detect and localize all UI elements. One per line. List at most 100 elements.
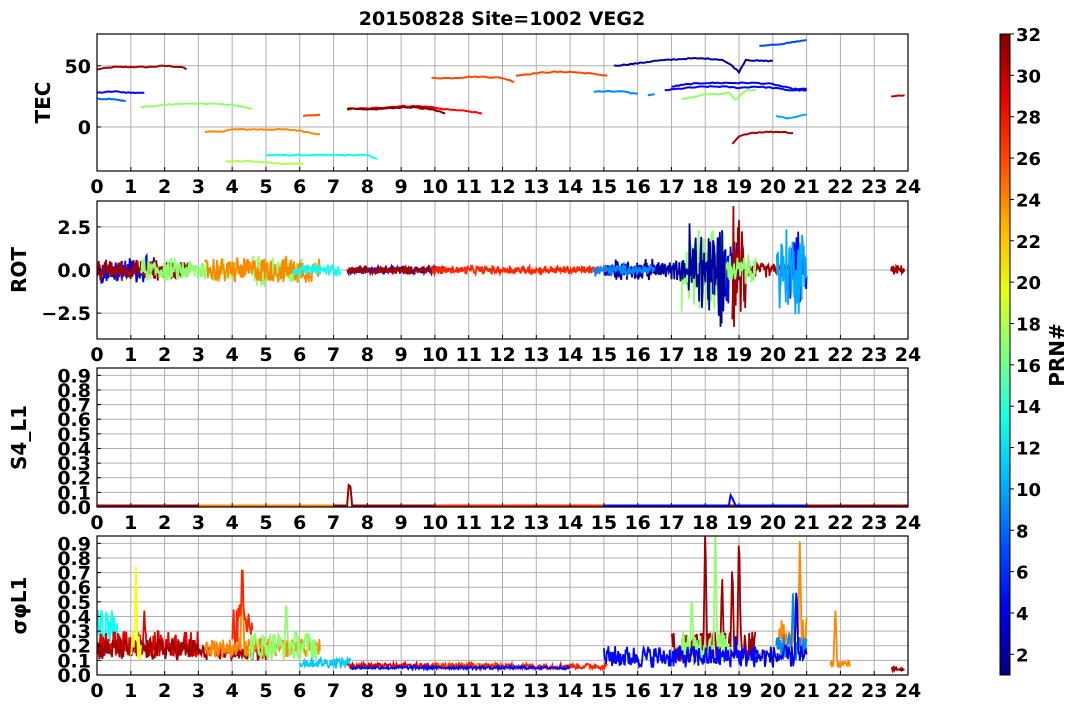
x-tick-label: 12	[489, 680, 515, 702]
x-tick-label: 22	[827, 344, 853, 366]
panel-s4: 0 1 2 3 4 5 6 7 8 9 10 11 12 13 14 15 16 17 18 19 20 21 22 23 24…	[7, 365, 921, 534]
x-tick-label: 12	[489, 344, 515, 366]
x-tick-label: 11	[455, 680, 481, 702]
x-tick-label: 24	[895, 680, 921, 702]
x-tick-label: 24	[895, 512, 921, 534]
colorbar-tick-label: 18	[1016, 314, 1041, 335]
series-line-prn-26	[302, 113, 321, 118]
series-line-prn-5	[97, 90, 145, 95]
x-tick-label: 19	[726, 344, 752, 366]
x-tick-label: 23	[861, 512, 887, 534]
figure: 20150828 Site=1002 VEG2 0 1 2 3 4 5 6 7 8 9 10 11 12…	[7, 8, 1069, 702]
series-line-prn-9	[593, 89, 638, 95]
colorbar-tick-label: 20	[1016, 273, 1041, 294]
x-tick-label: 17	[658, 344, 684, 366]
x-tick-label: 10	[422, 680, 448, 702]
x-tick-label: 15	[591, 176, 617, 198]
x-tick-label: 20	[760, 512, 786, 534]
x-tick-label: 17	[658, 176, 684, 198]
grid	[96, 368, 909, 508]
colorbar-tick-label: 2	[1016, 645, 1029, 666]
series-line-prn-17	[681, 88, 757, 101]
x-tick-label: 13	[523, 344, 549, 366]
x-tick-label: 15	[591, 512, 617, 534]
x-tick-label: 0	[90, 344, 103, 366]
x-tick-label: 11	[455, 344, 481, 366]
x-tick-label: 6	[293, 344, 306, 366]
y-tick-label: 2.5	[57, 217, 91, 239]
x-tick-label: 8	[361, 344, 374, 366]
x-tick-label: 10	[422, 176, 448, 198]
series-line-prn-5	[570, 492, 807, 507]
x-tick-label: 7	[327, 176, 340, 198]
panel-rot: 0 1 2 3 4 5 6 7 8 9 10 11 12 13 14 15 16 17 18 19 20 21 22 23 24…	[7, 200, 921, 366]
x-tick-label: 5	[259, 176, 272, 198]
x-tick-label: 19	[726, 680, 752, 702]
x-tick-label: 4	[226, 512, 239, 534]
x-tick-label: 16	[624, 344, 650, 366]
x-tick-label: 16	[624, 176, 650, 198]
x-tick-label: 21	[793, 680, 819, 702]
y-tick-label: 0.0	[57, 260, 91, 282]
y-axis-label: ROT	[7, 247, 31, 293]
series-line-prn-26	[431, 75, 515, 83]
series-line-prn-2	[687, 223, 727, 327]
series-line-prn-31	[731, 130, 794, 145]
x-tick-label: 22	[827, 680, 853, 702]
x-tick-label: 19	[726, 512, 752, 534]
series-line-prn-31	[890, 263, 906, 276]
x-tick-label: 17	[658, 512, 684, 534]
series-line-prn-30	[891, 94, 905, 98]
colorbar-tick-label: 24	[1016, 190, 1041, 211]
x-tick-label: 18	[692, 176, 718, 198]
colorbar-tick-label: 8	[1016, 521, 1029, 542]
x-tick-label: 23	[861, 680, 887, 702]
series-line-prn-5	[603, 636, 757, 670]
y-axis-label: σφL1	[7, 577, 31, 635]
colorbar-tick-label: 32	[1016, 25, 1041, 46]
series-line-prn-18	[225, 159, 304, 166]
x-tick-label: 18	[692, 344, 718, 366]
x-tick-label: 21	[793, 176, 819, 198]
series-line-prn-10	[775, 113, 807, 120]
series-line-prn-13	[266, 153, 378, 160]
y-tick-label: 0.9	[57, 533, 91, 555]
x-tick-label: 8	[361, 512, 374, 534]
x-tick-label: 10	[422, 344, 448, 366]
x-tick-label: 3	[192, 680, 205, 702]
series-line-prn-7	[759, 39, 807, 47]
x-tick-label: 15	[591, 344, 617, 366]
x-tick-label: 5	[259, 512, 272, 534]
x-tick-label: 14	[557, 344, 583, 366]
x-tick-label: 10	[422, 512, 448, 534]
x-tick-label: 9	[395, 176, 408, 198]
y-axis-label: S4_L1	[7, 405, 31, 470]
x-tick-label: 14	[557, 176, 583, 198]
colorbar-gradient	[999, 33, 1011, 676]
x-tick-label: 7	[327, 512, 340, 534]
grid	[96, 34, 909, 171]
x-tick-label: 4	[226, 176, 239, 198]
x-tick-label: 20	[760, 176, 786, 198]
x-tick-label: 0	[90, 512, 103, 534]
series-line-prn-26	[515, 70, 608, 77]
x-tick-label: 15	[591, 680, 617, 702]
x-tick-label: 24	[895, 176, 921, 198]
x-tick-label: 24	[895, 344, 921, 366]
y-tick-label: 0	[78, 117, 91, 139]
x-tick-label: 0	[90, 680, 103, 702]
x-tick-label: 23	[861, 344, 887, 366]
x-tick-label: 23	[861, 176, 887, 198]
x-tick-label: 22	[827, 512, 853, 534]
x-tick-label: 3	[192, 344, 205, 366]
x-tick-label: 18	[692, 680, 718, 702]
x-tick-label: 12	[489, 512, 515, 534]
x-tick-label: 3	[192, 176, 205, 198]
x-tick-label: 4	[226, 344, 239, 366]
x-tick-label: 13	[523, 680, 549, 702]
x-tick-label: 21	[793, 512, 819, 534]
x-tick-label: 3	[192, 512, 205, 534]
x-tick-label: 2	[158, 680, 171, 702]
x-tick-label: 7	[327, 344, 340, 366]
series-line-prn-24	[204, 127, 320, 136]
